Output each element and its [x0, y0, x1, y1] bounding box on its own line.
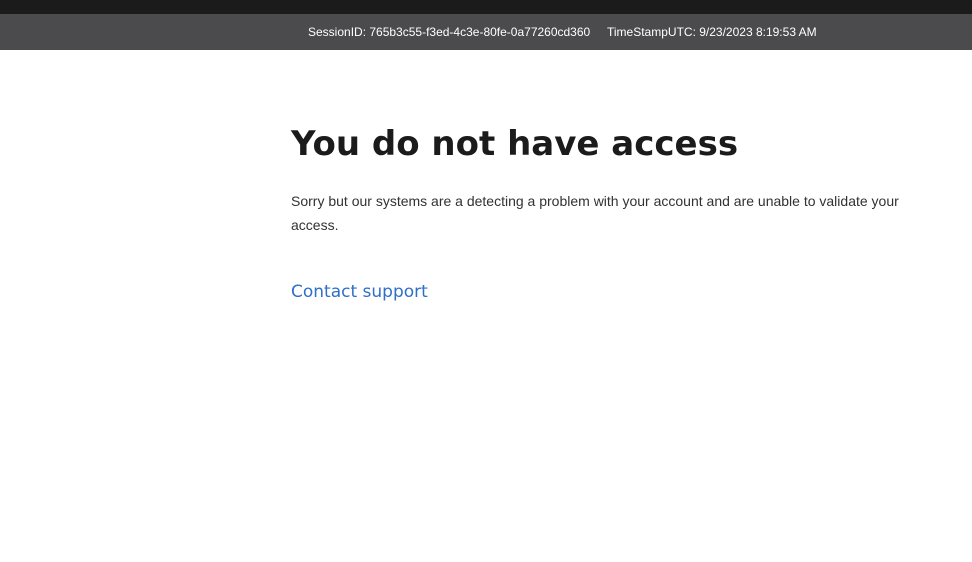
main-content: You do not have access Sorry but our sys… — [291, 120, 921, 302]
session-info-bar: SessionID: 765b3c55-f3ed-4c3e-80fe-0a772… — [0, 14, 972, 50]
access-denied-message: Sorry but our systems are a detecting a … — [291, 193, 899, 233]
page-title: You do not have access — [291, 124, 739, 164]
session-id-text: SessionID: 765b3c55-f3ed-4c3e-80fe-0a772… — [308, 25, 591, 39]
timestamp-text: TimeStampUTC: 9/23/2023 8:19:53 AM — [607, 25, 817, 39]
top-strip — [0, 0, 972, 14]
contact-support-link[interactable]: Contact support — [291, 282, 428, 302]
